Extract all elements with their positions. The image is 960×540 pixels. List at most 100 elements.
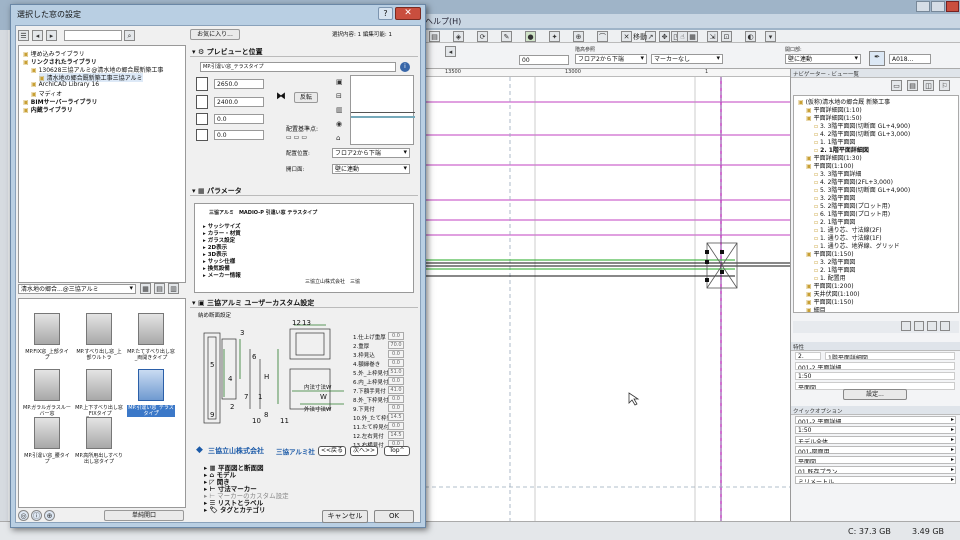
quick-option-row[interactable]: 001-2.平面詳細 [795,416,956,424]
prop-name[interactable]: 1階平面詳細図 [825,352,955,360]
toolbar-icon[interactable]: ◐ [745,31,756,42]
object-name-field[interactable]: MP.引違い窓_テラスタイプ [200,62,396,72]
quick-option-row[interactable]: モデル全体 [795,436,956,444]
toolbar-icon[interactable]: ▤ [429,31,440,42]
info-icon[interactable]: ⓘ [31,510,42,521]
ok-button[interactable]: OK [374,510,414,523]
quick-option-row[interactable]: 01 既存プラン [795,466,956,474]
globe-icon[interactable]: ◎ [18,510,29,521]
collapsed-section[interactable]: ▸ 🏷 タグとカテゴリ [204,504,266,514]
settings-button[interactable]: 設定... [843,389,907,400]
thumbnail-view-icon[interactable]: ▦ [140,283,151,294]
view-map-tree[interactable]: ▣ (仮称)清水地の郷合厩 新築工事 ▣ 平面詳細図(1:10) ▣ 平面詳細図(1… [793,95,959,313]
toolbar-icon[interactable]: ▦ [687,31,698,42]
library-folder-select[interactable]: 清水地の郷合...@三協アルミ [18,284,136,294]
object-thumbnail[interactable] [138,369,164,401]
toolbar-icon[interactable]: ⟳ [477,31,488,42]
spec-value-field[interactable]: 41.0 [388,386,404,394]
forward-icon[interactable]: ▸ [46,30,57,41]
floor-plan-canvas[interactable]: 13500 13000 1 [425,69,790,521]
view-tree-item[interactable]: ▣ 細目 [806,305,826,312]
mirror-icon[interactable]: ⧓ [276,91,290,103]
object-thumbnail[interactable] [86,313,112,345]
menu-help[interactable]: ヘルプ(H) [425,16,461,27]
toolbar-icon[interactable]: ▾ [765,31,776,42]
object-thumbnail-label[interactable]: MP.たてすべり出し窓_両開きタイプ [127,349,175,361]
preview-section-header[interactable]: ▾ ⚙ プレビューと位置 [190,45,418,57]
detail-view-icon[interactable]: ▥ [168,283,179,294]
simple-opening-button[interactable]: 単純開口 [104,510,184,521]
spec-value-field[interactable]: 0.0 [388,332,404,340]
reverse-button[interactable]: 反転 [294,92,318,103]
toolbar-icon[interactable]: ● [525,31,536,42]
height-field[interactable]: 2400.0 [214,97,264,107]
library-tree-item[interactable]: ▣ 内蔵ライブラリ [23,105,73,114]
toolbar-icon[interactable]: ✦ [549,31,560,42]
object-thumbnail-label[interactable]: MP.ガラルガラスルーバー窓 [23,405,71,417]
list-icon[interactable]: ☰ [18,30,29,41]
move-menu[interactable]: 移動 [633,32,647,42]
view-icon[interactable]: ▤ [907,80,918,91]
offset-field[interactable]: 0.0 [214,130,264,140]
delete-icon[interactable] [940,321,950,331]
marker-select[interactable]: マーカーなし [651,54,723,64]
object-thumbnail-label[interactable]: MP.上下すべり出し窓_FIXタイプ [75,405,123,417]
toolbar-icon[interactable]: ⇲ [707,31,718,42]
anchor-point-icons[interactable]: ▭▭▭ [286,134,326,142]
object-thumbnail[interactable] [34,313,60,345]
minimize-button[interactable] [916,1,930,12]
spec-value-field[interactable]: 14.5 [388,431,404,439]
back-icon[interactable]: ◂ [32,30,43,41]
search-icon[interactable]: ⌕ [124,30,135,41]
spec-value-field[interactable]: 0.0 [388,404,404,412]
new-view-icon[interactable] [914,321,924,331]
new-folder-icon[interactable] [901,321,911,331]
folder-icon[interactable]: ▭ [891,80,902,91]
object-thumbnail[interactable] [86,369,112,401]
pen-icon[interactable]: ✒ [869,51,885,66]
toolbar-icon[interactable]: ◈ [453,31,464,42]
spec-value-field[interactable]: 0.0 [388,359,404,367]
library-tree[interactable]: ▣ 埋め込みライブラリ ▣ リンクされたライブラリ ▣ 130628三協アルミ@清水… [18,45,186,283]
object-thumbnail[interactable] [86,417,112,449]
floor-select[interactable]: フロア2から下端 [332,148,410,158]
web-icon[interactable]: ⊕ [44,510,55,521]
spec-value-field[interactable]: 14.5 [388,413,404,421]
spec-value-field[interactable]: 51.0 [388,368,404,376]
object-thumbnail-label[interactable]: MP.すべり出し窓_上部ウルトラ [75,349,123,361]
back-button[interactable]: <<戻る [318,446,346,456]
dialog-close-button[interactable]: ✕ [395,7,421,20]
parameters-section-header[interactable]: ▾ ▦ パラメータ [190,184,418,196]
toolbar-icon[interactable]: ✕ [621,31,632,42]
toolbar-icon[interactable]: ⌒ [597,31,608,42]
layout-icon[interactable]: ◫ [923,80,934,91]
object-thumbnail-label[interactable]: MP.引違い窓_腰タイプ [23,453,71,465]
object-thumbnail-label[interactable]: MP.引違い窓_テラスタイプ [127,405,175,417]
custom-settings-header[interactable]: ▾ ▣ 三協アルミ ユーザーカスタム設定 [190,296,418,308]
pointer-icon[interactable]: ☝ [677,31,688,42]
info-circle-icon[interactable]: i [400,62,410,72]
toolbar-icon[interactable]: ⊕ [573,31,584,42]
spec-value-field[interactable]: 0.0 [388,395,404,403]
prop-number[interactable]: 2. [795,352,821,360]
toolbar-icon[interactable]: ⊡ [721,31,732,42]
parameter-list[interactable]: 三協アルミ MADIO-P 引違い窓 テラスタイプ ▸ サッシサイズ ▸ カラー・… [194,203,414,293]
list-view-icon[interactable]: ▤ [154,283,165,294]
quick-option-row[interactable]: 1:50 [795,426,956,434]
parameter-row[interactable]: ▸ メーカー情報 [203,271,241,279]
view-toggle-icons[interactable]: ▣ ⊟ ▥ ◉ ⌂ [336,75,344,145]
top-button[interactable]: Top^ [384,446,410,456]
object-thumbnail[interactable] [34,417,60,449]
library-tree-item[interactable]: ▣ ArchiCAD Library 16 [31,81,99,88]
toolbar-icon[interactable]: ✎ [501,31,512,42]
pen-field[interactable]: A018... [889,54,931,64]
opening-select[interactable]: 壁に連動 [785,54,861,64]
elevation-field[interactable]: 00 [519,55,569,65]
sill-field[interactable]: 0.0 [214,114,264,124]
width-field[interactable]: 2650.0 [214,79,264,89]
next-button[interactable]: 次へ>> [350,446,378,456]
clone-icon[interactable] [927,321,937,331]
object-thumbnail-label[interactable]: MP.FIX窓_上部タイプ [23,349,71,361]
object-thumbnail[interactable] [138,313,164,345]
quick-option-row[interactable]: 平面図 [795,456,956,464]
